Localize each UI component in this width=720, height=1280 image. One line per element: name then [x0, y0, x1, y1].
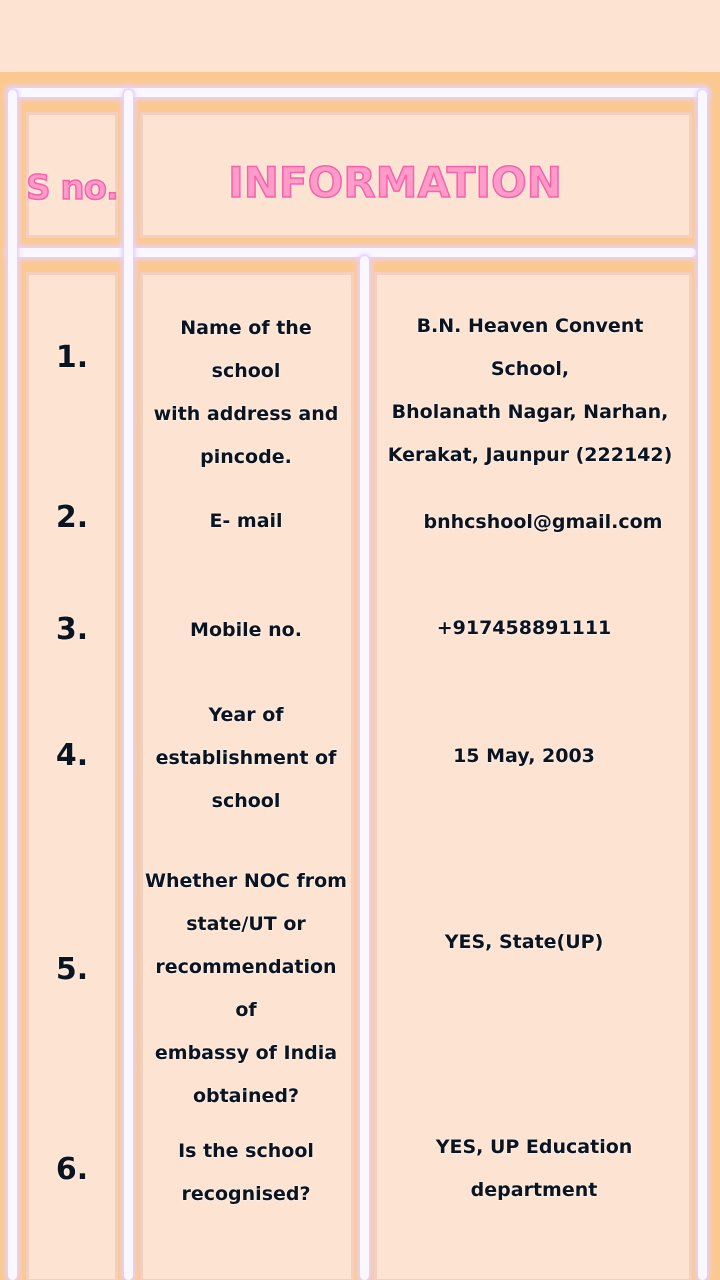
top-divider — [8, 88, 708, 97]
row-1-number: 1. — [55, 340, 89, 375]
row-6-value: YES, UP Education department — [435, 1136, 633, 1201]
page: S no. INFORMATION 1. Name of the school … — [0, 0, 720, 1280]
sno-column-cell — [26, 272, 118, 1280]
row-5-value: YES, State(UP) — [444, 931, 604, 953]
row-1-label: Name of the school with address and pinc… — [153, 317, 339, 468]
row-3-value: +917458891111 — [436, 617, 612, 639]
row-3-number: 3. — [55, 612, 89, 647]
row-2-number: 2. — [55, 500, 89, 535]
row-2-label: E- mail — [209, 510, 283, 532]
row-3-label: Mobile no. — [190, 619, 302, 641]
row-4-label: Year of establishment of school — [155, 704, 337, 812]
row-5-label: Whether NOC from state/UT or recommendat… — [145, 870, 347, 1107]
row-2-value: bnhcshool@gmail.com — [423, 511, 663, 533]
header-sno-title: S no. — [25, 167, 119, 209]
sno-divider — [124, 90, 133, 1280]
right-divider — [698, 90, 707, 1280]
row-4-value: 15 May, 2003 — [453, 745, 595, 767]
row-6-label: Is the school recognised? — [178, 1140, 314, 1205]
row-5-number: 5. — [55, 952, 89, 987]
row-1-value: B.N. Heaven Convent School, Bholanath Na… — [387, 315, 673, 466]
middle-divider — [360, 256, 369, 1280]
left-divider — [8, 90, 17, 1280]
row-6-number: 6. — [55, 1152, 89, 1187]
top-band — [0, 0, 720, 74]
row-4-number: 4. — [55, 738, 89, 773]
header-information-title: INFORMATION — [227, 157, 562, 208]
header-divider — [8, 248, 696, 257]
